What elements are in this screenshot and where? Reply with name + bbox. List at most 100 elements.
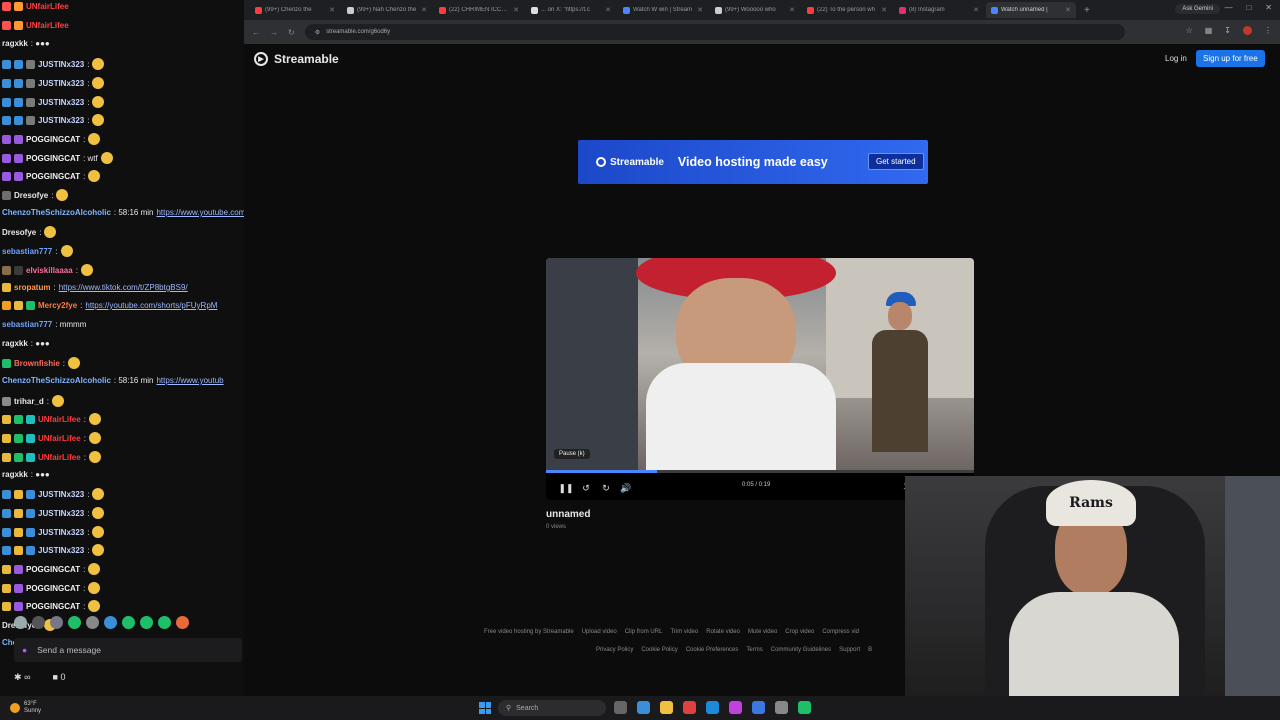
footer-link[interactable]: B	[868, 647, 872, 653]
login-link[interactable]: Log in	[1165, 54, 1187, 63]
chat-username[interactable]: POGGINGCAT	[26, 565, 80, 574]
extensions-icon[interactable]: ▦	[1205, 26, 1213, 35]
chat-link[interactable]: https://www.youtub	[156, 376, 223, 385]
footer-link[interactable]: Privacy Policy	[596, 647, 633, 653]
badge-icon[interactable]	[14, 2, 23, 11]
footer-link[interactable]: Clip from URL	[625, 629, 663, 635]
badge-icon[interactable]	[26, 301, 35, 310]
chat-username[interactable]: JUSTINx323	[38, 490, 84, 499]
badge-icon[interactable]	[26, 527, 35, 537]
badge-icon[interactable]	[26, 452, 35, 462]
chat-username[interactable]: elviskillaaaa	[26, 266, 73, 275]
app-icon[interactable]	[637, 701, 650, 714]
badge-icon[interactable]	[2, 396, 11, 406]
chat-username[interactable]: ragxkk	[2, 39, 28, 48]
chat-username[interactable]: JUSTINx323	[38, 79, 84, 88]
url-field[interactable]: ⚙ streamable.com/g6od6y	[304, 24, 1125, 40]
footer-link[interactable]: Compress vid	[822, 629, 859, 635]
chat-link[interactable]: https://www.tiktok.com/t/ZP8btgBS9/	[59, 283, 188, 292]
chat-username[interactable]: UNfairLifee	[38, 453, 81, 462]
badge-icon[interactable]	[2, 190, 11, 200]
badge-icon[interactable]	[2, 134, 11, 144]
new-tab-button[interactable]: +	[1078, 5, 1096, 16]
chat-input[interactable]: ● Send a message	[14, 638, 242, 662]
chat-username[interactable]: sebastian777	[2, 247, 52, 256]
chat-username[interactable]: Mercy2fye	[38, 301, 77, 310]
badge-icon[interactable]	[26, 508, 35, 518]
browser-tab[interactable]: ... on X: "https://t.c ✕	[526, 2, 616, 18]
browser-tab[interactable]: (99+) Wooooo who ✕	[710, 2, 800, 18]
badge-icon[interactable]	[2, 2, 11, 11]
badge-icon[interactable]	[2, 78, 11, 88]
badge-icon[interactable]	[14, 97, 23, 107]
badge-icon[interactable]	[14, 433, 23, 443]
tab-close-icon[interactable]: ✕	[881, 6, 887, 14]
chat-username[interactable]: JUSTINx323	[38, 546, 84, 555]
chat-username[interactable]: sebastian777	[2, 320, 52, 329]
video-player[interactable]: Pause (k) ❚❚ ↺ ↻ 🔊 0:05 / 0:19 1x ⚙ ▩ ⛶	[546, 258, 974, 500]
badge-icon[interactable]	[2, 601, 11, 611]
footer-link[interactable]: Mute video	[748, 629, 777, 635]
tab-close-icon[interactable]: ✕	[973, 6, 979, 14]
footer-link[interactable]: Free video hosting by Streamable	[484, 629, 574, 635]
tab-close-icon[interactable]: ✕	[789, 6, 795, 14]
chat-username[interactable]: sropatum	[14, 283, 50, 292]
chat-username[interactable]: JUSTINx323	[38, 98, 84, 107]
weather-widget[interactable]: 63°F Sunny	[10, 701, 41, 715]
bookmark-star-icon[interactable]: ☆	[1186, 26, 1193, 35]
badge-icon[interactable]	[14, 171, 23, 181]
badge-icon[interactable]	[2, 283, 11, 292]
tab-close-icon[interactable]: ✕	[605, 6, 611, 14]
badge-icon[interactable]	[2, 564, 11, 574]
badge-icon[interactable]	[2, 508, 11, 518]
badge-icon[interactable]	[2, 59, 11, 69]
download-icon[interactable]: ↧	[1224, 26, 1231, 35]
badge-icon[interactable]	[2, 527, 11, 537]
badge-icon[interactable]	[26, 489, 35, 499]
chat-username[interactable]: POGGINGCAT	[26, 584, 80, 593]
badge-icon[interactable]	[2, 358, 11, 368]
rewind-icon[interactable]: ↺	[576, 483, 596, 494]
tab-close-icon[interactable]: ✕	[421, 6, 427, 14]
chat-username[interactable]: Dresofye	[2, 228, 36, 237]
chat-link[interactable]: https://youtube.com/shorts/pFUyRpM	[85, 301, 217, 310]
chat-username[interactable]: UNfairLifee	[26, 21, 69, 30]
site-info-icon[interactable]: ⚙	[315, 29, 320, 36]
app-icon[interactable]	[775, 701, 788, 714]
badge-icon[interactable]	[2, 97, 11, 107]
forward-icon[interactable]: →	[270, 28, 278, 37]
app-icon[interactable]	[729, 701, 742, 714]
minimize-icon[interactable]: —	[1224, 3, 1232, 12]
badge-icon[interactable]	[14, 508, 23, 518]
chat-username[interactable]: JUSTINx323	[38, 528, 84, 537]
app-icon[interactable]	[752, 701, 765, 714]
edge-icon[interactable]	[706, 701, 719, 714]
chat-username[interactable]: POGGINGCAT	[26, 172, 80, 181]
chat-link[interactable]: https://www.youtube.com/live/3H0k9-DnB	[156, 208, 244, 217]
badge-icon[interactable]	[14, 452, 23, 462]
footer-link[interactable]: Community Guidelines	[771, 647, 831, 653]
tab-close-icon[interactable]: ✕	[329, 6, 335, 14]
chat-username[interactable]: ChenzoTheSchizzoAlcoholic	[2, 376, 111, 385]
points-display[interactable]: ✱ ∞	[14, 672, 30, 683]
chat-username[interactable]: Dresofye	[14, 191, 48, 200]
menu-dots-icon[interactable]: ⋮	[1264, 26, 1272, 35]
close-icon[interactable]: ✕	[1265, 3, 1272, 12]
taskbar-search[interactable]: ⚲ Search	[498, 700, 606, 716]
badge-icon[interactable]	[14, 115, 23, 125]
chat-username[interactable]: POGGINGCAT	[26, 135, 80, 144]
signup-button[interactable]: Sign up for free	[1196, 50, 1265, 67]
badge-icon[interactable]	[2, 452, 11, 462]
chat-username[interactable]: ChenzoTheSchizzoAlcoholic	[2, 208, 111, 217]
badge-icon[interactable]	[26, 545, 35, 555]
emote-icon[interactable]	[86, 616, 99, 629]
chat-username[interactable]: UNfairLifee	[38, 415, 81, 424]
profile-avatar[interactable]	[1243, 26, 1252, 35]
badge-icon[interactable]	[2, 433, 11, 443]
badge-icon[interactable]	[14, 601, 23, 611]
reload-icon[interactable]: ↻	[288, 28, 295, 37]
mic-icon[interactable]: ●	[22, 645, 27, 655]
emote-icon[interactable]	[104, 616, 117, 629]
chat-username[interactable]: POGGINGCAT	[26, 602, 80, 611]
maximize-icon[interactable]: □	[1246, 3, 1251, 12]
